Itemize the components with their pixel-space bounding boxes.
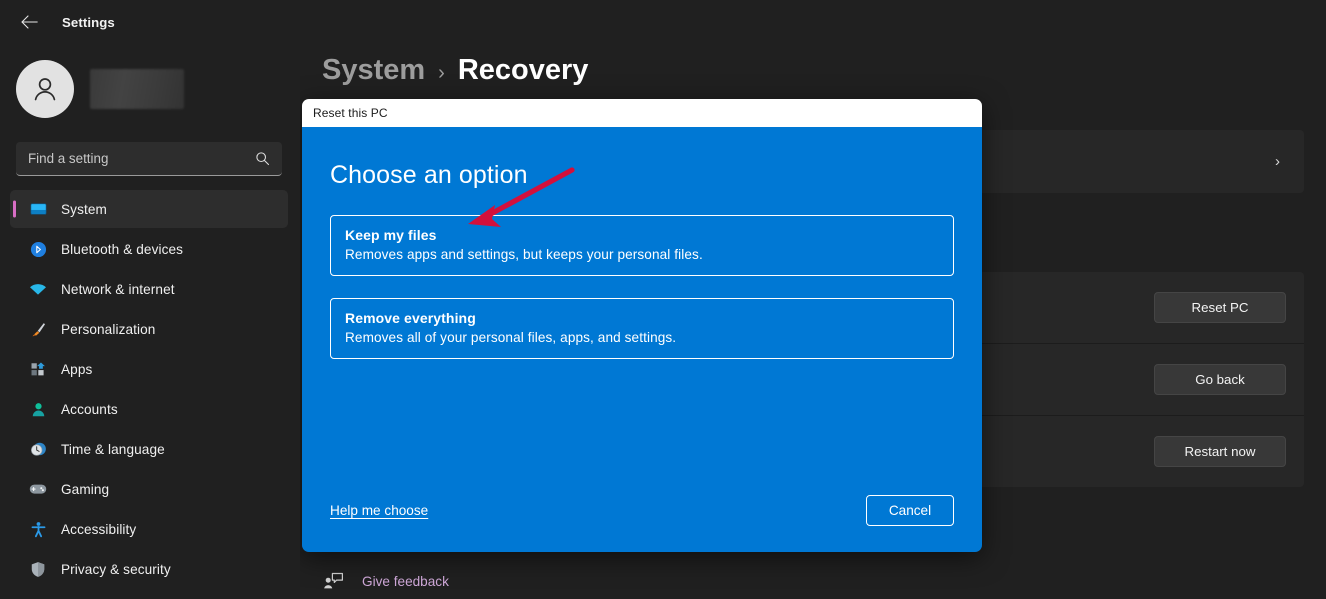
option-title: Keep my files — [345, 227, 437, 243]
sidebar-nav: System Bluetooth & devices Network & int… — [0, 176, 300, 588]
account-person-icon — [29, 400, 47, 418]
reset-pc-button[interactable]: Reset PC — [1154, 292, 1286, 323]
restart-now-button[interactable]: Restart now — [1154, 436, 1286, 467]
sidebar-item-gaming[interactable]: Gaming — [10, 470, 288, 508]
sidebar-item-apps[interactable]: Apps — [10, 350, 288, 388]
feedback-person-icon — [322, 571, 344, 591]
dialog-title: Reset this PC — [313, 106, 388, 120]
search-container — [0, 118, 300, 176]
person-avatar-icon — [16, 60, 74, 118]
sidebar-item-privacy-security[interactable]: Privacy & security — [10, 550, 288, 588]
sidebar-item-system[interactable]: System — [10, 190, 288, 228]
search-input[interactable] — [28, 151, 255, 166]
sidebar-item-network-internet[interactable]: Network & internet — [10, 270, 288, 308]
account-profile[interactable] — [0, 44, 300, 118]
dialog-titlebar: Reset this PC — [302, 99, 982, 127]
paintbrush-icon — [29, 320, 47, 338]
monitor-icon — [29, 200, 47, 218]
main-content: System › Recovery › Reset PC Go back Res… — [300, 0, 1326, 599]
go-back-button[interactable]: Go back — [1154, 364, 1286, 395]
give-feedback-link[interactable]: Give feedback — [322, 571, 449, 591]
sidebar-item-time-language[interactable]: Time & language — [10, 430, 288, 468]
chevron-right-icon[interactable]: › — [1275, 153, 1286, 170]
app-title: Settings — [62, 14, 115, 30]
give-feedback-label: Give feedback — [362, 573, 449, 589]
option-keep-my-files[interactable]: Keep my files Removes apps and settings,… — [330, 215, 954, 276]
wifi-icon — [29, 280, 47, 298]
option-description: Removes all of your personal files, apps… — [345, 330, 677, 345]
dialog-heading: Choose an option — [330, 161, 528, 189]
sidebar-item-label: Accessibility — [61, 521, 137, 537]
clock-icon — [29, 440, 47, 458]
sidebar-item-label: System — [61, 201, 107, 217]
option-description: Removes apps and settings, but keeps you… — [345, 247, 703, 262]
sidebar-item-label: Privacy & security — [61, 561, 171, 577]
option-title: Remove everything — [345, 310, 476, 326]
gamepad-icon — [29, 480, 47, 498]
sidebar-item-label: Bluetooth & devices — [61, 241, 184, 257]
help-me-choose-link[interactable]: Help me choose — [330, 503, 428, 518]
window-titlebar: Settings — [0, 0, 300, 44]
cancel-button[interactable]: Cancel — [866, 495, 954, 526]
account-name-redacted — [90, 69, 184, 109]
settings-window: Settings Find a setting System Bluetooth… — [0, 0, 1326, 599]
dialog-body: Choose an option Keep my files Removes a… — [302, 127, 982, 552]
page-title: Recovery — [457, 54, 589, 86]
sidebar-item-label: Time & language — [61, 441, 165, 457]
breadcrumb: System › Recovery — [322, 54, 588, 87]
dialog-footer: Help me choose Cancel — [330, 495, 954, 552]
sidebar-item-bluetooth-devices[interactable]: Bluetooth & devices — [10, 230, 288, 268]
back-arrow-icon[interactable] — [14, 8, 44, 36]
search-icon[interactable] — [255, 151, 270, 166]
search-box[interactable] — [16, 142, 282, 176]
apps-icon — [29, 360, 47, 378]
sidebar-item-accounts[interactable]: Accounts — [10, 390, 288, 428]
accessibility-person-icon — [29, 520, 47, 538]
sidebar-item-label: Apps — [61, 361, 93, 377]
sidebar-item-personalization[interactable]: Personalization — [10, 310, 288, 348]
reset-this-pc-dialog: Reset this PC Choose an option Keep my f… — [302, 99, 982, 552]
sidebar-item-label: Gaming — [61, 481, 110, 497]
sidebar-item-accessibility[interactable]: Accessibility — [10, 510, 288, 548]
bluetooth-icon — [29, 240, 47, 258]
sidebar-item-label: Network & internet — [61, 281, 175, 297]
breadcrumb-separator-icon: › — [438, 62, 445, 84]
sidebar: Settings Find a setting System Bluetooth… — [0, 0, 300, 599]
sidebar-item-label: Accounts — [61, 401, 118, 417]
breadcrumb-parent[interactable]: System — [322, 54, 425, 87]
sidebar-item-label: Personalization — [61, 321, 156, 337]
option-remove-everything[interactable]: Remove everything Removes all of your pe… — [330, 298, 954, 359]
shield-icon — [29, 560, 47, 578]
